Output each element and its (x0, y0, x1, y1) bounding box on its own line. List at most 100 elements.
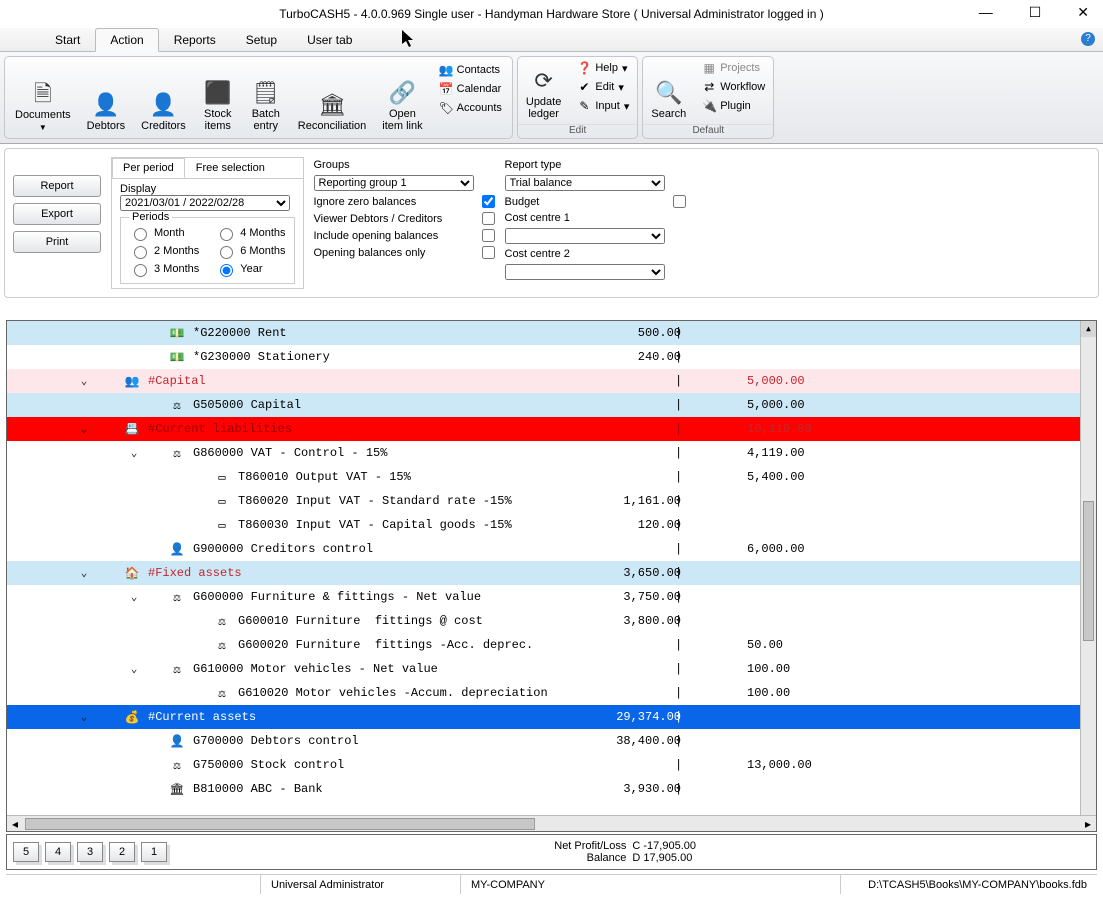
stock-button[interactable]: ⬛Stock items (194, 59, 242, 136)
menu-bar: Start Action Reports Setup User tab ? (0, 28, 1103, 52)
period-3months[interactable]: 3 Months (129, 261, 199, 277)
close-button[interactable]: ✕ (1067, 2, 1099, 23)
tab-setup[interactable]: Setup (231, 28, 292, 51)
table-row[interactable]: ⚖G750000 Stock control|13,000.00 (7, 753, 1096, 777)
row-label: *G230000 Stationery (193, 350, 330, 364)
cc2-select[interactable] (505, 264, 665, 280)
period-2months[interactable]: 2 Months (129, 243, 199, 259)
report-button[interactable]: Report (13, 175, 101, 197)
row-icon: ⚖ (212, 614, 232, 629)
tab-per-period[interactable]: Per period (112, 158, 185, 178)
expand-toggle-icon[interactable]: ⌄ (77, 566, 91, 580)
page-button[interactable]: 1 (141, 842, 167, 862)
table-row[interactable]: 💵*G230000 Stationery240.00| (7, 345, 1096, 369)
minimize-button[interactable]: — (969, 2, 1003, 23)
table-row[interactable]: 👤G900000 Creditors control|6,000.00 (7, 537, 1096, 561)
tab-reports[interactable]: Reports (159, 28, 231, 51)
page-button[interactable]: 4 (45, 842, 71, 862)
table-row[interactable]: ▭T860010 Output VAT - 15%|5,400.00 (7, 465, 1096, 489)
debit-value: 1,161.00 (623, 494, 681, 508)
page-button[interactable]: 5 (13, 842, 39, 862)
help-icon[interactable]: ? (1081, 32, 1095, 46)
openitem-button[interactable]: 🔗Open item link (374, 59, 430, 136)
vertical-scrollbar[interactable]: ▴ (1080, 321, 1096, 815)
table-row[interactable]: ⌄⚖G610000 Motor vehicles - Net value|100… (7, 657, 1096, 681)
edit-dropdown[interactable]: ✔Edit ▾ (573, 78, 633, 96)
print-button[interactable]: Print (13, 231, 101, 253)
row-icon: ⚖ (212, 638, 232, 653)
workflow-button[interactable]: ⇄Workflow (698, 78, 769, 96)
table-row[interactable]: ▭T860020 Input VAT - Standard rate -15%1… (7, 489, 1096, 513)
calendar-button[interactable]: 📅Calendar (435, 80, 506, 98)
viewer-check[interactable] (482, 212, 495, 225)
tab-usertab[interactable]: User tab (292, 28, 367, 51)
expand-toggle-icon[interactable]: ⌄ (77, 710, 91, 724)
batch-button[interactable]: 🗒Batch entry (242, 59, 290, 136)
contacts-button[interactable]: 👥Contacts (435, 61, 506, 79)
scrollbar-thumb[interactable] (25, 818, 535, 830)
debtors-button[interactable]: 👤Debtors (79, 59, 134, 136)
search-button[interactable]: 🔍Search (643, 57, 694, 124)
recon-button[interactable]: 🏛Reconciliation (290, 59, 374, 136)
include-opening-check[interactable] (482, 229, 495, 242)
report-type-select[interactable]: Trial balance (505, 175, 665, 191)
row-label: G700000 Debtors control (193, 734, 359, 748)
bank-icon: 🏛 (318, 92, 346, 118)
documents-button[interactable]: 🗎Documents▼ (7, 59, 79, 136)
maximize-button[interactable]: ☐ (1019, 2, 1052, 23)
table-row[interactable]: ⚖G610020 Motor vehicles -Accum. deprecia… (7, 681, 1096, 705)
ignore-zero-check[interactable] (482, 195, 495, 208)
table-row[interactable]: 💵*G220000 Rent500.00| (7, 321, 1096, 345)
table-row[interactable]: ⚖G505000 Capital|5,000.00 (7, 393, 1096, 417)
expand-toggle-icon[interactable]: ⌄ (77, 374, 91, 388)
table-row[interactable]: ⚖G600020 Furniture fittings -Acc. deprec… (7, 633, 1096, 657)
scroll-up-icon[interactable]: ▴ (1081, 321, 1096, 337)
plugin-button[interactable]: 🔌Plugin (698, 97, 769, 115)
expand-toggle-icon[interactable]: ⌄ (77, 422, 91, 436)
opening-only-check[interactable] (482, 246, 495, 259)
budget-check[interactable] (673, 195, 686, 208)
table-row[interactable]: ⚖G600010 Furniture fittings @ cost3,800.… (7, 609, 1096, 633)
scrollbar-thumb[interactable] (1083, 501, 1094, 641)
scroll-right-icon[interactable]: ▸ (1080, 816, 1096, 832)
table-row[interactable]: 👤G700000 Debtors control38,400.00| (7, 729, 1096, 753)
cc1-select[interactable] (505, 228, 665, 244)
projects-button[interactable]: ▦Projects (698, 59, 769, 77)
groups-select[interactable]: Reporting group 1 (314, 175, 474, 191)
period-6months[interactable]: 6 Months (215, 243, 285, 259)
period-4months[interactable]: 4 Months (215, 225, 285, 241)
table-row[interactable]: 🏛B810000 ABC - Bank3,930.00| (7, 777, 1096, 801)
page-button[interactable]: 3 (77, 842, 103, 862)
separator: | (675, 614, 682, 628)
period-year[interactable]: Year (215, 261, 285, 277)
table-row[interactable]: ▭T860030 Input VAT - Capital goods -15%1… (7, 513, 1096, 537)
horizontal-scrollbar[interactable]: ◂ ▸ (7, 815, 1096, 831)
scroll-left-icon[interactable]: ◂ (7, 816, 23, 832)
row-label: G600000 Furniture & fittings - Net value (193, 590, 481, 604)
period-month[interactable]: Month (129, 225, 199, 241)
export-button[interactable]: Export (13, 203, 101, 225)
table-row[interactable]: ⌄👥#Capital|5,000.00 (7, 369, 1096, 393)
creditors-button[interactable]: 👤Creditors (133, 59, 194, 136)
expand-toggle-icon[interactable]: ⌄ (127, 662, 141, 676)
separator: | (675, 686, 682, 700)
tab-start[interactable]: Start (40, 28, 95, 51)
accounts-button[interactable]: 🏷Accounts (435, 99, 506, 117)
update-icon: ⟳ (534, 68, 552, 94)
table-row[interactable]: ⌄💰#Current assets29,374.00| (7, 705, 1096, 729)
date-range-select[interactable]: 2021/03/01 / 2022/02/28 (120, 195, 290, 211)
input-dropdown[interactable]: ✎Input ▾ (573, 97, 633, 115)
expand-toggle-icon[interactable]: ⌄ (127, 446, 141, 460)
page-button[interactable]: 2 (109, 842, 135, 862)
table-row[interactable]: ⌄⚖G600000 Furniture & fittings - Net val… (7, 585, 1096, 609)
tab-action[interactable]: Action (95, 28, 158, 52)
table-row[interactable]: ⌄⚖G860000 VAT - Control - 15%|4,119.00 (7, 441, 1096, 465)
row-label: G860000 VAT - Control - 15% (193, 446, 387, 460)
table-row[interactable]: ⌄📇#Current liabilities|10,119.00 (7, 417, 1096, 441)
table-row[interactable]: ⌄🏠#Fixed assets3,650.00| (7, 561, 1096, 585)
expand-toggle-icon[interactable]: ⌄ (127, 590, 141, 604)
help-dropdown[interactable]: ❓Help ▾ (573, 59, 633, 77)
separator: | (675, 470, 682, 484)
update-ledger-button[interactable]: ⟳Update ledger (518, 57, 569, 124)
tab-free-selection[interactable]: Free selection (185, 158, 276, 178)
